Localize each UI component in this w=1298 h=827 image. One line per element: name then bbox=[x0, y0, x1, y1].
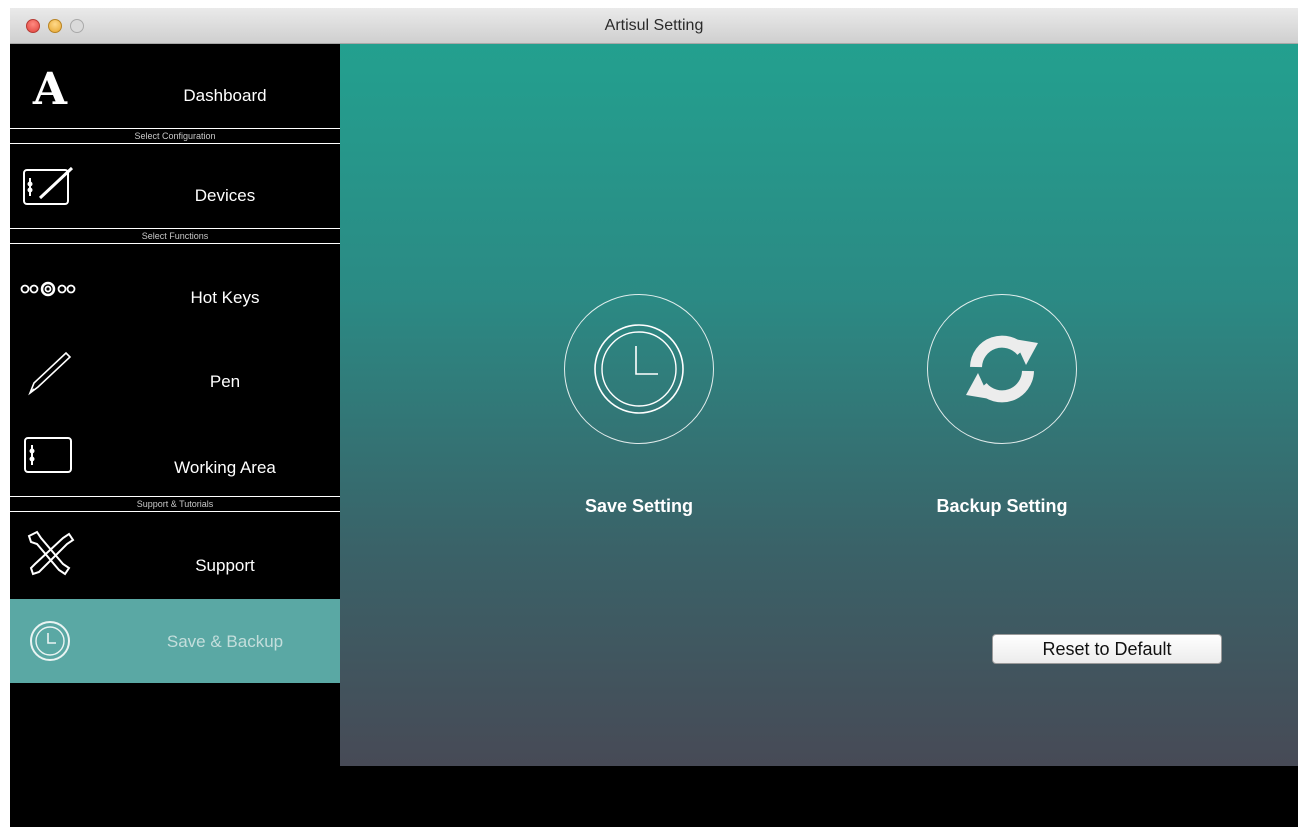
backup-setting-button[interactable] bbox=[927, 294, 1077, 444]
sidebar-item-devices[interactable]: Devices bbox=[10, 146, 340, 228]
refresh-icon bbox=[966, 335, 1038, 403]
logo-icon: A bbox=[32, 64, 68, 115]
pen-icon bbox=[18, 348, 82, 398]
sidebar-item-label: Support bbox=[195, 556, 255, 575]
save-setting-button[interactable] bbox=[564, 294, 714, 444]
window-title: Artisul Setting bbox=[604, 17, 704, 34]
sidebar: A Dashboard Select Configuration Devices… bbox=[10, 44, 340, 766]
tools-icon bbox=[18, 528, 82, 578]
bottom-strip bbox=[340, 766, 1298, 827]
clock-icon bbox=[594, 324, 684, 414]
title-bar: Artisul Setting bbox=[10, 8, 1298, 44]
clock-icon bbox=[18, 616, 82, 666]
sidebar-item-label: Dashboard bbox=[183, 86, 267, 105]
sidebar-item-hot-keys[interactable]: Hot Keys bbox=[10, 246, 340, 334]
main-panel: Save Setting Backup Setting Reset to Def… bbox=[340, 44, 1298, 766]
backup-setting-label: Backup Setting bbox=[936, 496, 1068, 516]
sidebar-item-label: Devices bbox=[194, 186, 256, 205]
sidebar-item-save-backup[interactable]: Save & Backup bbox=[10, 599, 340, 683]
sidebar-item-label: Hot Keys bbox=[190, 288, 260, 307]
sidebar-item-label: Save & Backup bbox=[166, 632, 284, 651]
sidebar-item-label: Pen bbox=[209, 372, 241, 391]
section-header-support: Support & Tutorials bbox=[10, 496, 340, 512]
hotkeys-icon bbox=[18, 264, 82, 314]
tablet-icon bbox=[18, 430, 82, 480]
save-setting-label: Save Setting bbox=[584, 496, 694, 516]
sidebar-item-label: Working Area bbox=[174, 458, 276, 477]
sidebar-item-dashboard[interactable]: A Dashboard bbox=[10, 52, 340, 128]
sidebar-item-working-area[interactable]: Working Area bbox=[10, 414, 340, 496]
sidebar-item-pen[interactable]: Pen bbox=[10, 334, 340, 414]
app-window: Artisul Setting A Dashboard Select Confi… bbox=[10, 8, 1298, 827]
sidebar-item-support[interactable]: Support bbox=[10, 514, 340, 598]
section-header-functions: Select Functions bbox=[10, 228, 340, 244]
reset-to-default-button[interactable]: Reset to Default bbox=[992, 634, 1222, 664]
tablet-pen-icon bbox=[18, 162, 82, 212]
section-header-configuration: Select Configuration bbox=[10, 128, 340, 144]
